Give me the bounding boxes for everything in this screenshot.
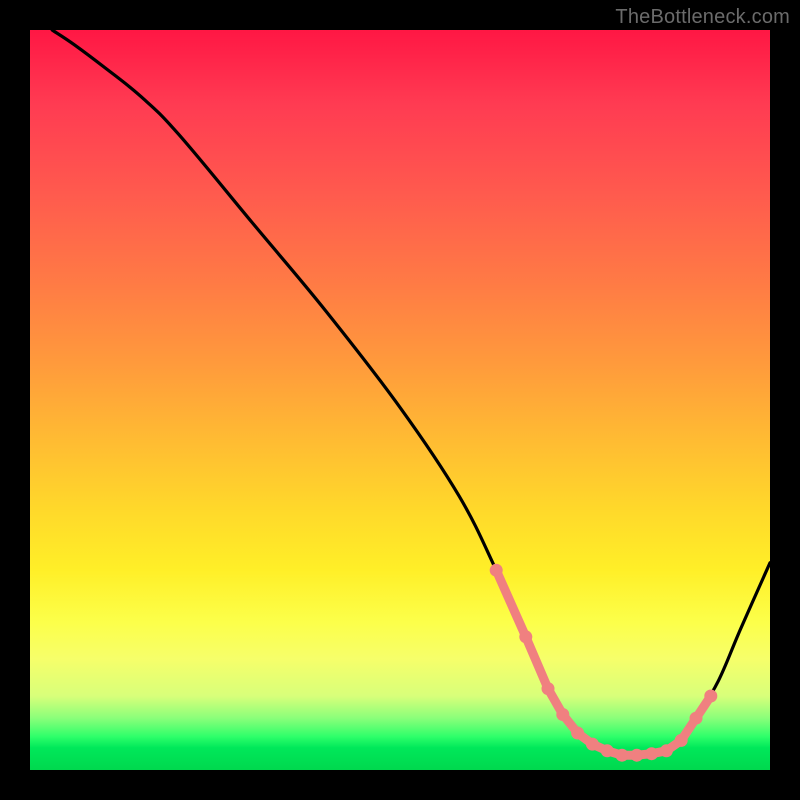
highlight-dot [519,630,532,643]
highlight-dot [571,727,584,740]
highlight-dot [601,744,614,757]
plot-area [30,30,770,770]
watermark-text: TheBottleneck.com [615,6,790,29]
chart-frame: TheBottleneck.com [0,0,800,800]
highlight-dot [704,690,717,703]
highlight-dots [490,564,718,762]
bottleneck-curve [52,30,770,756]
curve-layer [30,30,770,770]
highlight-segment [526,637,548,689]
highlight-dot [660,744,673,757]
highlight-dot [645,747,658,760]
highlight-dot [542,682,555,695]
highlight-dot [616,749,629,762]
highlight-dot [690,712,703,725]
highlight-segment [496,570,526,637]
highlight-dot [630,749,643,762]
highlight-dot [675,734,688,747]
highlight-dot [556,708,569,721]
highlight-dot [586,738,599,751]
highlight-dot [490,564,503,577]
